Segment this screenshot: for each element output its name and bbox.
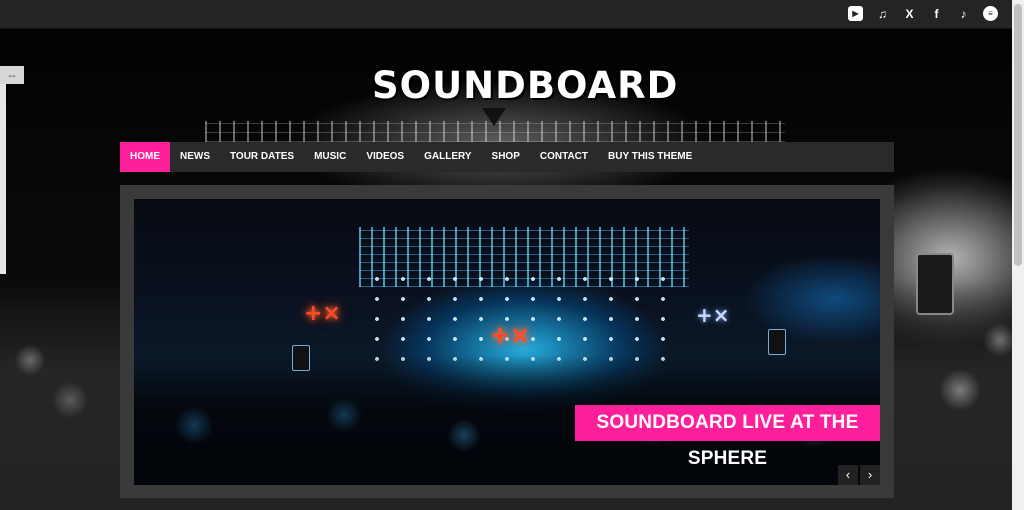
led-x-sign-right: +× [696,303,730,327]
youtube-icon[interactable]: ▶ [848,6,863,21]
x-icon[interactable]: X [902,6,917,21]
top-bar: ▶ ♫ X f ♪ ≡ [0,0,1012,29]
page-scrollbar[interactable] [1012,0,1024,510]
site-logo[interactable]: SOUNDBOARD [372,64,677,108]
chevron-left-icon[interactable]: ‹ [838,465,858,485]
nav-item-tour-dates[interactable]: TOUR DATES [220,142,304,172]
led-x-sign-center: +× [490,321,531,349]
main-nav: HOME NEWS TOUR DATES MUSIC VIDEOS GALLER… [120,142,894,172]
nav-item-home[interactable]: HOME [120,142,170,172]
spotify-icon[interactable]: ≡ [983,6,998,21]
tiktok-icon[interactable]: ♪ [956,6,971,21]
nav-item-news[interactable]: NEWS [170,142,220,172]
chevron-right-icon[interactable]: › [860,465,880,485]
nav-item-buy-this-theme[interactable]: BUY THIS THEME [598,142,702,172]
side-panel-toggle[interactable]: ⇔ [0,66,24,84]
hero-slider: +× +× +× SOUNDBOARD LIVE AT THE SPHERE ‹… [120,185,894,498]
raised-phone [768,329,786,355]
music-note-icon[interactable]: ♫ [875,6,890,21]
facebook-icon[interactable]: f [929,6,944,21]
nav-item-gallery[interactable]: GALLERY [414,142,481,172]
stage-lights [364,269,684,364]
raised-phone [292,345,310,371]
logo-triangle [482,108,506,126]
social-links: ▶ ♫ X f ♪ ≡ [848,6,998,21]
led-x-sign-left: +× [304,301,341,326]
background-phone [916,253,954,315]
nav-item-contact[interactable]: CONTACT [530,142,598,172]
slide-caption[interactable]: SOUNDBOARD LIVE AT THE SPHERE [575,405,880,469]
side-panel-strip [0,84,6,274]
slider-arrows: ‹ › [838,465,880,485]
slide-image[interactable]: +× +× +× SOUNDBOARD LIVE AT THE SPHERE ‹… [134,199,880,485]
nav-item-shop[interactable]: SHOP [482,142,530,172]
nav-item-videos[interactable]: VIDEOS [356,142,414,172]
scrollbar-thumb[interactable] [1014,4,1022,266]
nav-item-music[interactable]: MUSIC [304,142,356,172]
